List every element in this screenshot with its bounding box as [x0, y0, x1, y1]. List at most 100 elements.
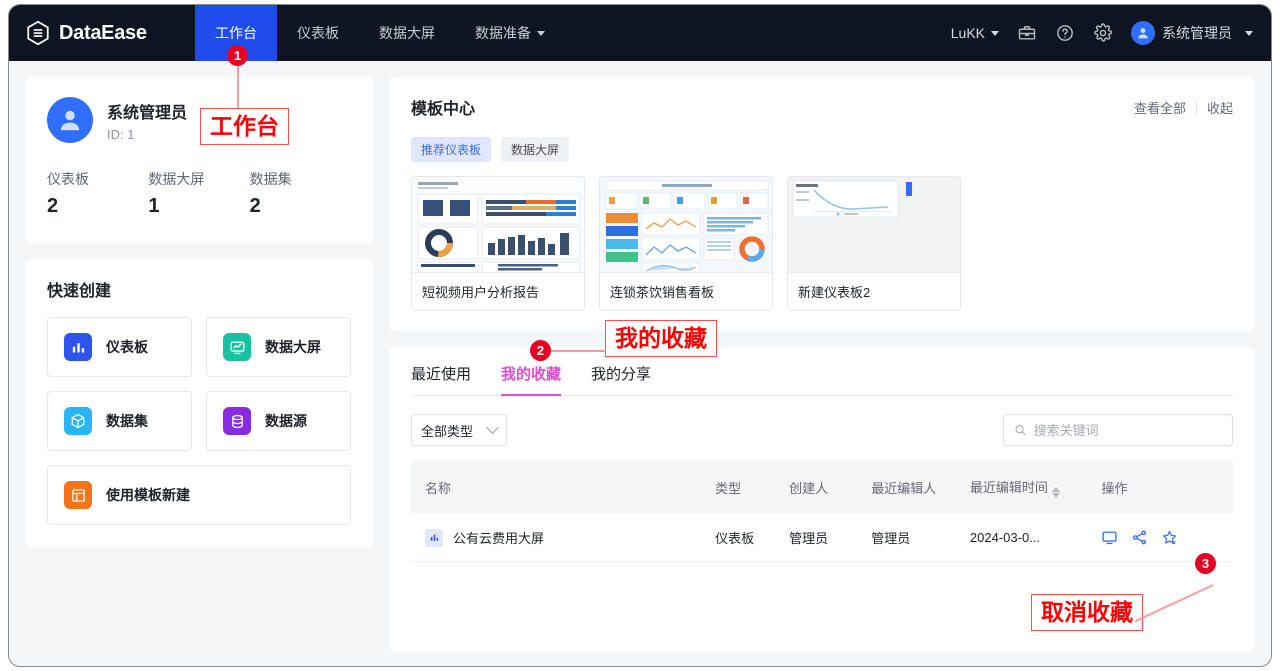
unfavorite-star-icon[interactable]: [1161, 529, 1178, 546]
template-card-3[interactable]: 新建仪表板2: [787, 176, 961, 311]
preview-monitor-icon[interactable]: [1101, 529, 1118, 546]
profile-id: ID: 1: [107, 127, 187, 142]
view-all-link[interactable]: 查看全部: [1134, 98, 1186, 117]
quick-create-label: 数据源: [265, 411, 307, 431]
nav-item-dashboard-label: 仪表板: [297, 23, 339, 43]
nav-item-workbench-label: 工作台: [215, 23, 257, 43]
filter-bar: 全部类型: [411, 414, 1233, 446]
thumb-preview-3: [788, 177, 960, 273]
toolbox-icon[interactable]: [1017, 23, 1037, 43]
stat-value: 1: [148, 195, 249, 218]
share-icon[interactable]: [1131, 529, 1148, 546]
user-menu[interactable]: 系统管理员: [1131, 21, 1253, 45]
quick-create-dashboard[interactable]: 仪表板: [47, 317, 192, 377]
tab-shared[interactable]: 我的分享: [591, 363, 651, 395]
user-icon: [55, 105, 85, 135]
quick-create-label: 数据集: [106, 411, 148, 431]
profile-stats: 仪表板 2 数据大屏 1 数据集 2: [47, 169, 351, 218]
tab-favorites[interactable]: 我的收藏: [501, 363, 561, 395]
nav-item-data-prep[interactable]: 数据准备: [455, 5, 565, 61]
quick-create-datasource[interactable]: 数据源: [206, 391, 351, 451]
workspace-label: LuKK: [951, 25, 985, 41]
annotation-box-2: 我的收藏: [605, 320, 717, 357]
bar-chart-glyph: [429, 532, 440, 543]
stat-dataset: 数据集 2: [250, 169, 351, 218]
template-name: 短视频用户分析报告: [412, 273, 584, 310]
template-center-card: 模板中心 查看全部 收起 推荐仪表板 数据大屏: [389, 77, 1255, 331]
quick-create-label: 使用模板新建: [106, 485, 190, 505]
gear-icon[interactable]: [1093, 23, 1113, 43]
thumb-preview-1: [412, 177, 584, 273]
quick-create-big-screen[interactable]: 数据大屏: [206, 317, 351, 377]
app-header: DataEase 工作台 仪表板 数据大屏 数据准备 LuKK: [9, 5, 1271, 61]
chevron-down-icon: [991, 31, 999, 36]
content-tabs: 最近使用 我的收藏 我的分享: [411, 363, 1233, 396]
stat-label: 仪表板: [47, 169, 148, 189]
stat-value: 2: [47, 195, 148, 218]
stat-value: 2: [250, 195, 351, 218]
stat-big-screen: 数据大屏 1: [148, 169, 249, 218]
template-card-1[interactable]: 短视频用户分析报告: [411, 176, 585, 311]
table-body: 公有云费用大屏 仪表板 管理员 管理员 2024-03-0...: [411, 514, 1233, 562]
profile-avatar: [47, 97, 93, 143]
cell-name: 公有云费用大屏: [411, 514, 715, 562]
dashboard-icon: [64, 333, 92, 361]
template-icon: [64, 481, 92, 509]
search-box[interactable]: [1003, 414, 1233, 446]
chip-recommended-dashboard[interactable]: 推荐仪表板: [411, 137, 491, 162]
header-actions: LuKK: [951, 21, 1271, 45]
quick-create-title: 快速创建: [47, 277, 351, 301]
nav-item-big-screen[interactable]: 数据大屏: [359, 5, 455, 61]
cell-actions: [1101, 514, 1233, 562]
monitor-glyph: [229, 339, 246, 356]
col-creator: 创建人: [789, 460, 871, 514]
template-name: 连锁茶饮销售看板: [600, 273, 772, 310]
quick-create-from-template[interactable]: 使用模板新建: [47, 465, 351, 525]
right-column: 模板中心 查看全部 收起 推荐仪表板 数据大屏: [389, 77, 1255, 652]
tab-recent[interactable]: 最近使用: [411, 363, 471, 395]
chip-big-screen[interactable]: 数据大屏: [501, 137, 569, 162]
layout-glyph: [70, 487, 87, 504]
sort-toggle-icon[interactable]: [1052, 487, 1060, 498]
nav-item-dashboard[interactable]: 仪表板: [277, 5, 359, 61]
annotation-badge-3: 3: [1195, 553, 1216, 574]
workspace-selector[interactable]: LuKK: [951, 25, 999, 41]
col-name: 名称: [411, 460, 715, 514]
help-circle-icon[interactable]: [1055, 23, 1075, 43]
col-actions: 操作: [1101, 460, 1233, 514]
profile-card: 系统管理员 ID: 1 仪表板 2 数据大屏 1 数据集 2: [25, 77, 373, 243]
cell-creator: 管理员: [789, 514, 871, 562]
template-thumbnail: [412, 177, 584, 273]
page-body: 系统管理员 ID: 1 仪表板 2 数据大屏 1 数据集 2: [9, 61, 1271, 667]
col-type: 类型: [715, 460, 789, 514]
template-thumbnail: [600, 177, 772, 273]
template-name: 新建仪表板2: [788, 273, 960, 310]
stat-label: 数据集: [250, 169, 351, 189]
favorites-table: 名称 类型 创建人 最近编辑人 最近编辑时间 操作: [411, 460, 1233, 562]
quick-create-label: 仪表板: [106, 337, 148, 357]
template-thumbnail: [788, 177, 960, 273]
chevron-down-icon: [486, 421, 499, 434]
search-input[interactable]: [1034, 423, 1222, 438]
nav-item-data-prep-label: 数据准备: [475, 23, 531, 43]
template-card-2[interactable]: 连锁茶饮销售看板: [599, 176, 773, 311]
database-glyph: [229, 413, 246, 430]
brand-logo[interactable]: DataEase: [9, 20, 195, 46]
collapse-link[interactable]: 收起: [1207, 98, 1233, 117]
type-filter-select[interactable]: 全部类型: [411, 414, 507, 446]
template-center-header: 模板中心 查看全部 收起: [411, 95, 1233, 119]
col-edited-at-label: 最近编辑时间: [970, 480, 1048, 495]
col-edited-at[interactable]: 最近编辑时间: [970, 460, 1102, 514]
chevron-down-icon: [537, 31, 545, 36]
main-nav: 工作台 仪表板 数据大屏 数据准备: [195, 5, 565, 61]
annotation-box-1: 工作台: [200, 108, 289, 145]
divider: [1196, 101, 1197, 114]
quick-create-dataset[interactable]: 数据集: [47, 391, 192, 451]
table-row[interactable]: 公有云费用大屏 仪表板 管理员 管理员 2024-03-0...: [411, 514, 1233, 562]
nav-item-big-screen-label: 数据大屏: [379, 23, 435, 43]
dataease-hexagon-icon: [25, 20, 51, 46]
thumb-preview-2: [600, 177, 772, 273]
quick-create-grid: 仪表板 数据大屏: [47, 317, 351, 525]
cell-type: 仪表板: [715, 514, 789, 562]
quick-create-card: 快速创建 仪表板: [25, 259, 373, 547]
